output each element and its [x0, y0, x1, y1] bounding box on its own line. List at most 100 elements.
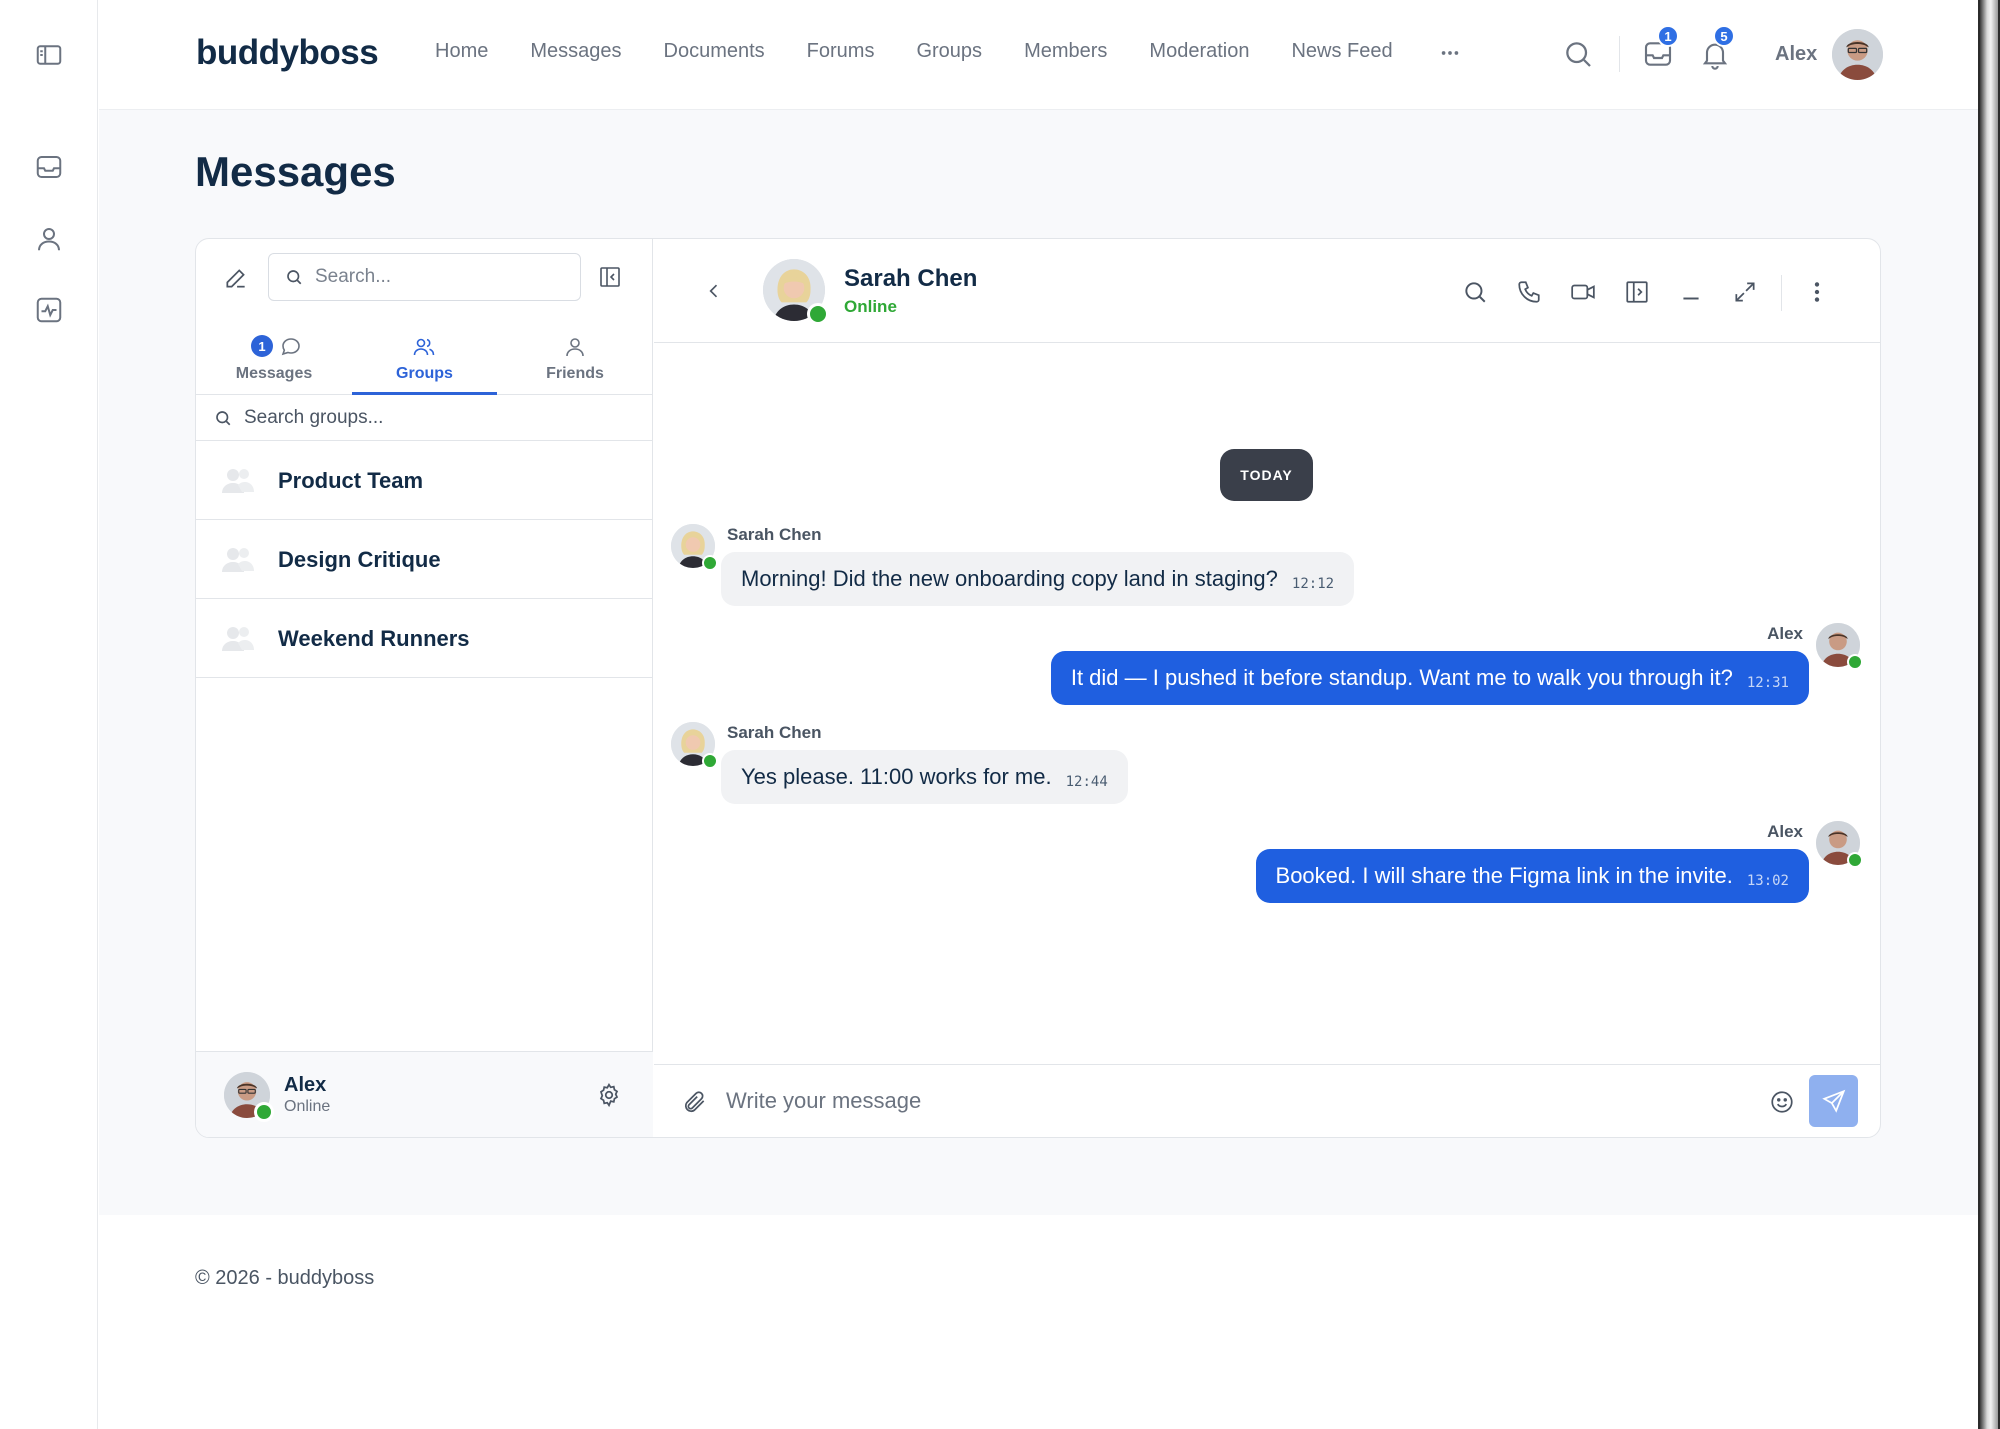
day-separator: TODAY	[1220, 449, 1313, 501]
more-vertical-icon[interactable]	[1804, 279, 1830, 305]
group-item[interactable]: Design Critique	[196, 521, 653, 599]
message-time: 13:02	[1746, 873, 1789, 889]
group-name: Weekend Runners	[278, 625, 470, 651]
sender-avatar[interactable]	[671, 524, 718, 571]
header-avatar[interactable]	[1832, 29, 1883, 80]
collapse-sidebar-icon[interactable]	[598, 265, 622, 289]
message-bubble: Morning! Did the new onboarding copy lan…	[721, 552, 1355, 606]
header-divider	[1781, 275, 1782, 311]
sender-avatar[interactable]	[1816, 821, 1863, 868]
brand-logo[interactable]: buddyboss	[196, 33, 379, 73]
conversation-sidebar: 1 Messages Groups Friends	[196, 239, 653, 1137]
tab-groups[interactable]: Groups	[352, 323, 497, 395]
message-text: Yes please. 11:00 works for me.	[741, 764, 1052, 789]
message-text: Booked. I will share the Figma link in t…	[1275, 863, 1733, 888]
main-nav: Home Messages Documents Forums Groups Me…	[435, 40, 1435, 63]
message-sender: Alex	[1767, 624, 1803, 643]
group-search[interactable]	[196, 396, 653, 441]
chat-bubble-icon	[279, 335, 303, 359]
user-icon	[563, 335, 587, 359]
compose-icon[interactable]	[223, 265, 249, 291]
contact-avatar[interactable]	[763, 259, 829, 325]
tab-friends[interactable]: Friends	[497, 323, 653, 395]
nav-groups[interactable]: Groups	[916, 40, 982, 63]
group-avatar-icon	[220, 542, 256, 578]
more-icon[interactable]	[1439, 42, 1461, 64]
nav-home[interactable]: Home	[435, 40, 488, 63]
emoji-icon[interactable]	[1769, 1089, 1795, 1115]
page-title: Messages	[195, 148, 396, 195]
copyright-text: © 2026 - buddyboss	[195, 1267, 375, 1289]
send-button[interactable]	[1809, 1075, 1858, 1127]
message-bubble: Yes please. 11:00 works for me. 12:44	[721, 750, 1128, 804]
online-indicator	[702, 555, 718, 571]
current-user-bar: Alex Online	[196, 1051, 653, 1137]
phone-icon[interactable]	[1516, 279, 1542, 305]
search-small-icon	[214, 409, 232, 427]
message-time: 12:12	[1291, 576, 1335, 592]
nav-moderation[interactable]: Moderation	[1149, 40, 1249, 63]
chevron-left-icon[interactable]	[704, 281, 724, 301]
group-item[interactable]: Product Team	[196, 442, 653, 520]
nav-members[interactable]: Members	[1024, 40, 1107, 63]
nav-messages[interactable]: Messages	[530, 40, 621, 63]
group-search-input[interactable]	[244, 407, 624, 429]
message-bubble: Booked. I will share the Figma link in t…	[1255, 849, 1809, 903]
sender-avatar[interactable]	[1816, 623, 1863, 670]
panel-toggle-icon[interactable]	[34, 40, 64, 70]
tab-groups-label: Groups	[396, 365, 453, 382]
search-icon[interactable]	[1462, 279, 1488, 305]
chat-window: Sarah Chen Online TODAY Sarah Chen Morni…	[654, 239, 1880, 1137]
profile-icon[interactable]	[34, 224, 64, 254]
inbox-icon[interactable]	[34, 152, 64, 182]
sidebar-panel-icon[interactable]	[1624, 279, 1650, 305]
message-time: 12:31	[1746, 675, 1789, 691]
left-rail	[0, 0, 98, 1429]
nav-news-feed[interactable]: News Feed	[1291, 40, 1392, 63]
online-indicator	[1847, 852, 1863, 868]
conversation-search-input[interactable]	[315, 266, 555, 288]
message-bubble: It did — I pushed it before standup. Wan…	[1050, 651, 1809, 705]
message-input[interactable]	[726, 1079, 1726, 1123]
group-item[interactable]: Weekend Runners	[196, 600, 653, 678]
online-indicator	[254, 1102, 274, 1122]
message-composer	[654, 1064, 1880, 1137]
search-small-icon	[285, 268, 303, 286]
nav-forums[interactable]: Forums	[807, 40, 875, 63]
current-user-name: Alex	[284, 1074, 327, 1096]
online-indicator	[702, 753, 718, 769]
expand-icon[interactable]	[1732, 279, 1758, 305]
users-icon	[412, 335, 436, 359]
online-indicator	[807, 303, 829, 325]
page-body: Messages 1 Mess	[99, 110, 1978, 1215]
contact-name[interactable]: Sarah Chen	[844, 265, 977, 293]
inbox-badge: 1	[1657, 25, 1679, 47]
contact-status: Online	[844, 297, 897, 316]
sidebar-tabs: 1 Messages Groups Friends	[196, 323, 653, 395]
activity-icon[interactable]	[34, 295, 64, 325]
message-text: It did — I pushed it before standup. Wan…	[1070, 665, 1733, 690]
site-header: buddyboss Home Messages Documents Forums…	[99, 0, 1978, 110]
window-scrollbar[interactable]	[1978, 0, 2000, 1429]
message-sender: Alex	[1767, 822, 1803, 841]
scrollbar-thumb[interactable]	[1980, 0, 1998, 1429]
video-icon[interactable]	[1570, 279, 1596, 305]
sender-avatar[interactable]	[671, 722, 718, 769]
message-text: Morning! Did the new onboarding copy lan…	[741, 566, 1278, 591]
paperclip-icon[interactable]	[682, 1089, 708, 1115]
tab-messages-label: Messages	[235, 365, 313, 382]
notification-badge: 5	[1713, 25, 1735, 47]
tab-messages-badge: 1	[251, 335, 273, 357]
search-icon[interactable]	[1562, 38, 1594, 70]
current-user-avatar[interactable]	[224, 1072, 274, 1122]
nav-documents[interactable]: Documents	[664, 40, 765, 63]
conversation-search[interactable]	[268, 253, 581, 301]
chat-header: Sarah Chen Online	[654, 239, 1880, 343]
group-avatar-icon	[220, 463, 256, 499]
online-indicator	[1847, 654, 1863, 670]
tab-messages[interactable]: 1 Messages	[196, 323, 352, 395]
minimize-icon[interactable]	[1678, 279, 1704, 305]
gear-icon[interactable]	[596, 1082, 622, 1108]
header-user-name[interactable]: Alex	[1775, 43, 1817, 66]
group-name: Design Critique	[278, 546, 441, 572]
